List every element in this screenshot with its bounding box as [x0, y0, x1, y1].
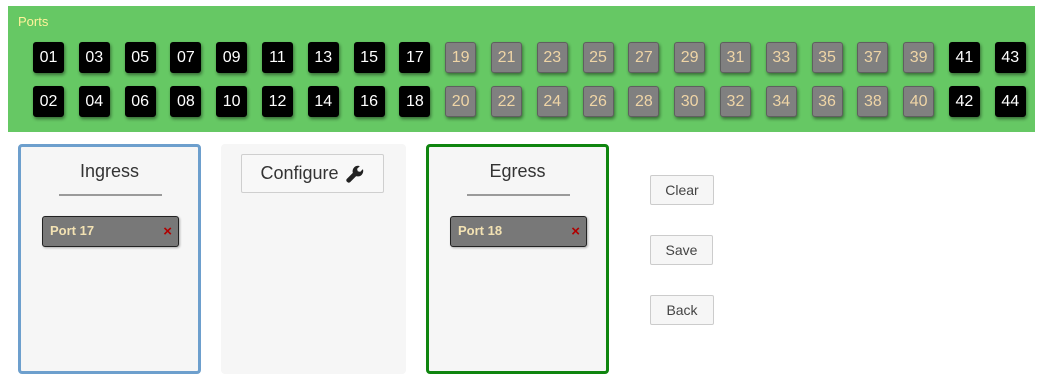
- port-button-22[interactable]: 22: [490, 86, 522, 117]
- port-button-43[interactable]: 43: [994, 42, 1026, 73]
- wrench-icon: [345, 164, 365, 184]
- configure-panel: Configure: [221, 144, 406, 374]
- ports-title: Ports: [18, 14, 49, 29]
- ports-panel: Ports 01 03 05 07 09 11 13 15 17 19 21 23 25 27 29 31 33…: [8, 6, 1035, 132]
- port-button-20[interactable]: 20: [445, 86, 477, 117]
- port-button-16[interactable]: 16: [353, 86, 385, 117]
- egress-port-label: Port 18: [458, 223, 503, 238]
- port-button-41[interactable]: 41: [948, 42, 980, 73]
- port-button-07[interactable]: 07: [170, 42, 202, 73]
- ingress-title: Ingress: [79, 161, 140, 181]
- port-button-17[interactable]: 17: [399, 42, 431, 73]
- port-button-30[interactable]: 30: [674, 86, 706, 117]
- configure-button[interactable]: Configure: [241, 154, 384, 193]
- port-button-37[interactable]: 37: [857, 42, 889, 73]
- port-button-40[interactable]: 40: [903, 86, 935, 117]
- port-button-08[interactable]: 08: [170, 86, 202, 117]
- port-button-05[interactable]: 05: [124, 42, 156, 73]
- clear-button[interactable]: Clear: [650, 175, 714, 205]
- save-button[interactable]: Save: [650, 235, 713, 265]
- ingress-port-chip[interactable]: Port 17 ×: [42, 216, 179, 247]
- port-button-11[interactable]: 11: [261, 42, 293, 73]
- port-button-10[interactable]: 10: [216, 86, 248, 117]
- port-button-12[interactable]: 12: [261, 86, 293, 117]
- port-button-31[interactable]: 31: [719, 42, 751, 73]
- port-button-25[interactable]: 25: [582, 42, 614, 73]
- port-button-01[interactable]: 01: [33, 42, 64, 73]
- egress-port-chip[interactable]: Port 18 ×: [450, 216, 587, 247]
- port-button-06[interactable]: 06: [124, 86, 156, 117]
- port-button-23[interactable]: 23: [536, 42, 568, 73]
- port-button-33[interactable]: 33: [765, 42, 797, 73]
- port-button-03[interactable]: 03: [78, 42, 110, 73]
- ingress-panel: Ingress Port 17 ×: [18, 144, 201, 374]
- port-button-24[interactable]: 24: [536, 86, 568, 117]
- port-button-04[interactable]: 04: [78, 86, 110, 117]
- port-button-28[interactable]: 28: [628, 86, 660, 117]
- port-button-29[interactable]: 29: [674, 42, 706, 73]
- port-button-32[interactable]: 32: [719, 86, 751, 117]
- port-button-13[interactable]: 13: [307, 42, 339, 73]
- port-button-39[interactable]: 39: [903, 42, 935, 73]
- port-button-14[interactable]: 14: [307, 86, 339, 117]
- port-row-even: 02 04 06 08 10 12 14 16 18 20 22 24 26 28 30 32 34 36 38 40…: [33, 86, 1041, 117]
- remove-icon[interactable]: ×: [571, 223, 580, 241]
- port-row-odd: 01 03 05 07 09 11 13 15 17 19 21 23 25 27 29 31 33 35 37 39…: [33, 42, 1041, 73]
- port-button-38[interactable]: 38: [857, 86, 889, 117]
- port-button-35[interactable]: 35: [811, 42, 843, 73]
- port-button-26[interactable]: 26: [582, 86, 614, 117]
- port-button-27[interactable]: 27: [628, 42, 660, 73]
- port-button-42[interactable]: 42: [948, 86, 980, 117]
- port-button-34[interactable]: 34: [765, 86, 797, 117]
- port-button-18[interactable]: 18: [399, 86, 431, 117]
- port-button-21[interactable]: 21: [490, 42, 522, 73]
- ingress-divider: [59, 194, 162, 196]
- port-button-36[interactable]: 36: [811, 86, 843, 117]
- port-button-09[interactable]: 09: [216, 42, 248, 73]
- port-button-02[interactable]: 02: [33, 86, 64, 117]
- egress-title: Egress: [489, 161, 546, 181]
- configure-button-label: Configure: [260, 163, 339, 183]
- port-button-19[interactable]: 19: [445, 42, 477, 73]
- egress-panel: Egress Port 18 ×: [426, 144, 609, 374]
- remove-icon[interactable]: ×: [163, 223, 172, 241]
- egress-divider: [467, 194, 570, 196]
- port-button-15[interactable]: 15: [353, 42, 385, 73]
- port-button-44[interactable]: 44: [994, 86, 1026, 117]
- back-button[interactable]: Back: [650, 295, 714, 325]
- ingress-port-label: Port 17: [50, 223, 95, 238]
